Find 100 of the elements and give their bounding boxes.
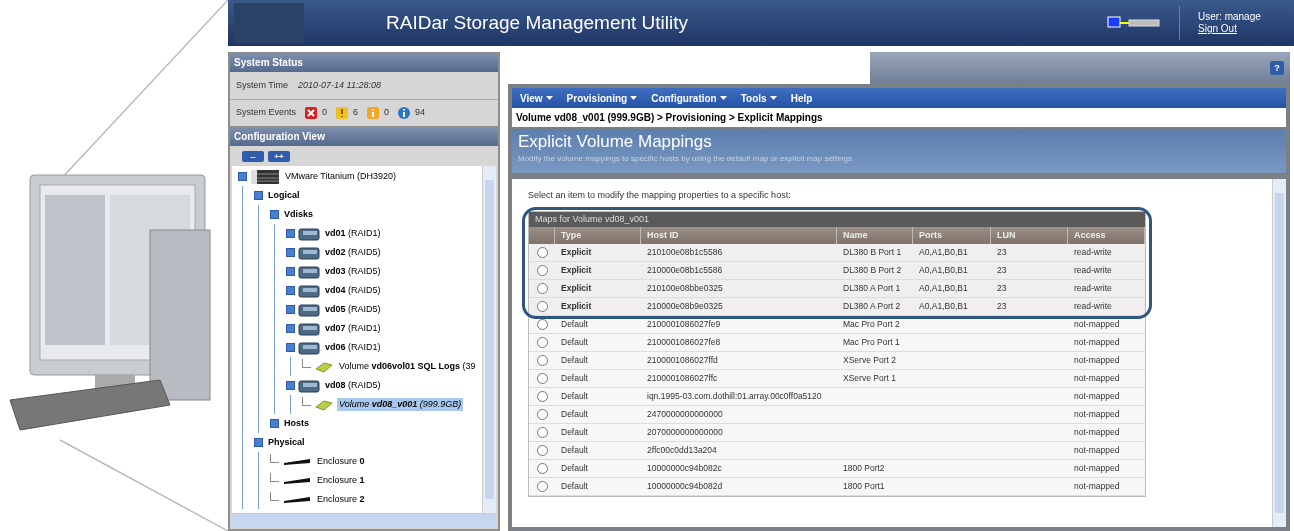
expand-toggle-icon xyxy=(270,210,279,219)
table-cell-text: not-mapped xyxy=(1073,335,1121,349)
tree-item[interactable]: Vdisks xyxy=(282,207,316,222)
radio-button[interactable] xyxy=(536,444,548,456)
tree-item[interactable]: Volume vd06vol01 SQL Logs (39 xyxy=(337,359,478,374)
table-caption: Maps for Volume vd08_v001 xyxy=(529,211,1145,227)
table-cell-text: not-mapped xyxy=(1073,353,1121,367)
sign-out-link[interactable]: Sign Out xyxy=(1198,23,1294,35)
menu-item[interactable]: Help xyxy=(790,90,813,106)
tree-item[interactable]: VMware Titanium (DH3920) xyxy=(283,169,399,184)
table-cell-text: A0,A1,B0,B1 xyxy=(918,281,969,295)
caret-icon xyxy=(545,96,553,100)
tree-item[interactable]: Logical xyxy=(266,188,302,203)
column-header: Access xyxy=(1068,226,1145,244)
column-header: Ports xyxy=(913,226,991,244)
tree-item[interactable]: vd05 (RAID5) xyxy=(323,302,383,317)
radio-button[interactable] xyxy=(536,390,548,402)
table-cell-text: read-write xyxy=(1073,245,1113,259)
expand-toggle-icon xyxy=(286,229,295,238)
menu-item[interactable]: View xyxy=(520,90,553,106)
table-cell-text: 23 xyxy=(996,281,1008,295)
table-cell-text: DL380 B Port 2 xyxy=(842,263,903,277)
tree-item[interactable]: Enclosure 0 xyxy=(315,454,367,469)
expand-toggle-icon xyxy=(238,172,247,181)
radio-button[interactable] xyxy=(536,300,548,312)
radio-button[interactable] xyxy=(536,246,548,258)
tree-item[interactable]: vd08 (RAID5) xyxy=(323,378,383,393)
radio-button[interactable] xyxy=(536,372,548,384)
tree-item[interactable]: vd03 (RAID5) xyxy=(323,264,383,279)
table-cell-text: 1800 Port2 xyxy=(842,461,886,475)
radio-button[interactable] xyxy=(536,480,548,492)
radio-button[interactable] xyxy=(536,462,548,474)
table-cell-text: DL380 B Port 1 xyxy=(842,245,903,259)
critical-icon xyxy=(305,107,318,119)
table-cell-text: Mac Pro Port 1 xyxy=(842,335,901,349)
table-cell-text: Default xyxy=(560,479,589,493)
menu-item[interactable]: Tools xyxy=(740,90,777,106)
caret-icon xyxy=(630,96,638,100)
table-cell-text: Default xyxy=(560,407,589,421)
table-cell-text: Explicit xyxy=(560,245,593,259)
table-cell-text: iqn.1995-03.com.dothill:01.array.00c0ff0a5120 xyxy=(646,389,823,403)
radio-button[interactable] xyxy=(536,354,548,366)
table-cell-text: A0,A1,B0,B1 xyxy=(918,299,969,313)
expand-toggle-icon xyxy=(254,438,263,447)
table-cell-text: XServe Port 2 xyxy=(842,353,897,367)
event-count: 94 xyxy=(415,106,426,120)
connection-icon xyxy=(1107,16,1161,30)
caret-icon xyxy=(769,96,777,100)
radio-button[interactable] xyxy=(536,336,548,348)
tree-item[interactable]: vd02 (RAID5) xyxy=(323,245,383,260)
tree-item[interactable]: Volume vd08_v001 (999.9GB) xyxy=(337,397,464,412)
scrollbar[interactable] xyxy=(232,513,496,527)
table-cell-text: 10000000c94b082d xyxy=(646,479,724,493)
menu-item[interactable]: Configuration xyxy=(651,90,727,106)
table-cell-text: not-mapped xyxy=(1073,407,1121,421)
table-cell-text: Default xyxy=(560,335,589,349)
table-cell-text: not-mapped xyxy=(1073,317,1121,331)
table-cell-text: 2100001086027fe8 xyxy=(646,335,722,349)
tree-item[interactable]: Enclosure 2 xyxy=(315,492,367,507)
tree-item[interactable]: vd06 (RAID1) xyxy=(323,340,383,355)
radio-button[interactable] xyxy=(536,426,548,438)
table-cell-text: not-mapped xyxy=(1073,371,1121,385)
table-cell-text: XServe Port 1 xyxy=(842,371,897,385)
table-cell-text: 2ffc00c0dd13a204 xyxy=(646,443,718,457)
expand-toggle-icon xyxy=(286,305,295,314)
event-count: 6 xyxy=(353,106,359,120)
radio-button[interactable] xyxy=(536,282,548,294)
enclosure-icon xyxy=(282,476,312,485)
tree-item[interactable]: vd04 (RAID5) xyxy=(323,283,383,298)
table-cell-text: 2070000000000000 xyxy=(646,425,724,439)
table-cell-text: A0,A1,B0,B1 xyxy=(918,263,969,277)
menu-item[interactable]: Provisioning xyxy=(566,90,638,106)
page-title: Explicit Volume Mappings xyxy=(518,131,713,153)
radio-button[interactable] xyxy=(536,318,548,330)
table-cell-text: Explicit xyxy=(560,299,593,313)
tree-item[interactable]: vd01 (RAID1) xyxy=(323,226,383,241)
table-cell-text: not-mapped xyxy=(1073,389,1121,403)
column-header: LUN xyxy=(991,226,1068,244)
table-cell-text: DL380 A Port 1 xyxy=(842,281,902,295)
radio-button[interactable] xyxy=(536,408,548,420)
radio-button[interactable] xyxy=(536,264,548,276)
table-cell-text: 2100001086027ffc xyxy=(646,371,719,385)
scrollbar[interactable] xyxy=(482,166,496,513)
system-time: 2010-07-14 11:28:08 xyxy=(298,78,381,92)
enclosure-icon xyxy=(282,457,312,466)
caution-icon xyxy=(367,107,380,119)
help-button[interactable]: ? xyxy=(1270,61,1284,75)
tree-item[interactable]: Enclosure 1 xyxy=(315,473,367,488)
table-cell-text: 23 xyxy=(996,245,1008,259)
expand-toggle-icon xyxy=(286,324,295,333)
tree-item[interactable]: Physical xyxy=(266,435,307,450)
field-label: System Events xyxy=(236,106,297,120)
tree-item[interactable]: Hosts xyxy=(282,416,311,431)
info-icon xyxy=(398,107,411,119)
tree-item[interactable]: vd07 (RAID1) xyxy=(323,321,383,336)
expand-toggle-icon xyxy=(286,343,295,352)
tree-toolbar-button[interactable]: ++ xyxy=(268,150,290,162)
scrollbar[interactable] xyxy=(1272,179,1286,527)
table-cell-text: 2100001086027fe9 xyxy=(646,317,722,331)
tree-toolbar-button[interactable]: -- xyxy=(242,150,264,162)
